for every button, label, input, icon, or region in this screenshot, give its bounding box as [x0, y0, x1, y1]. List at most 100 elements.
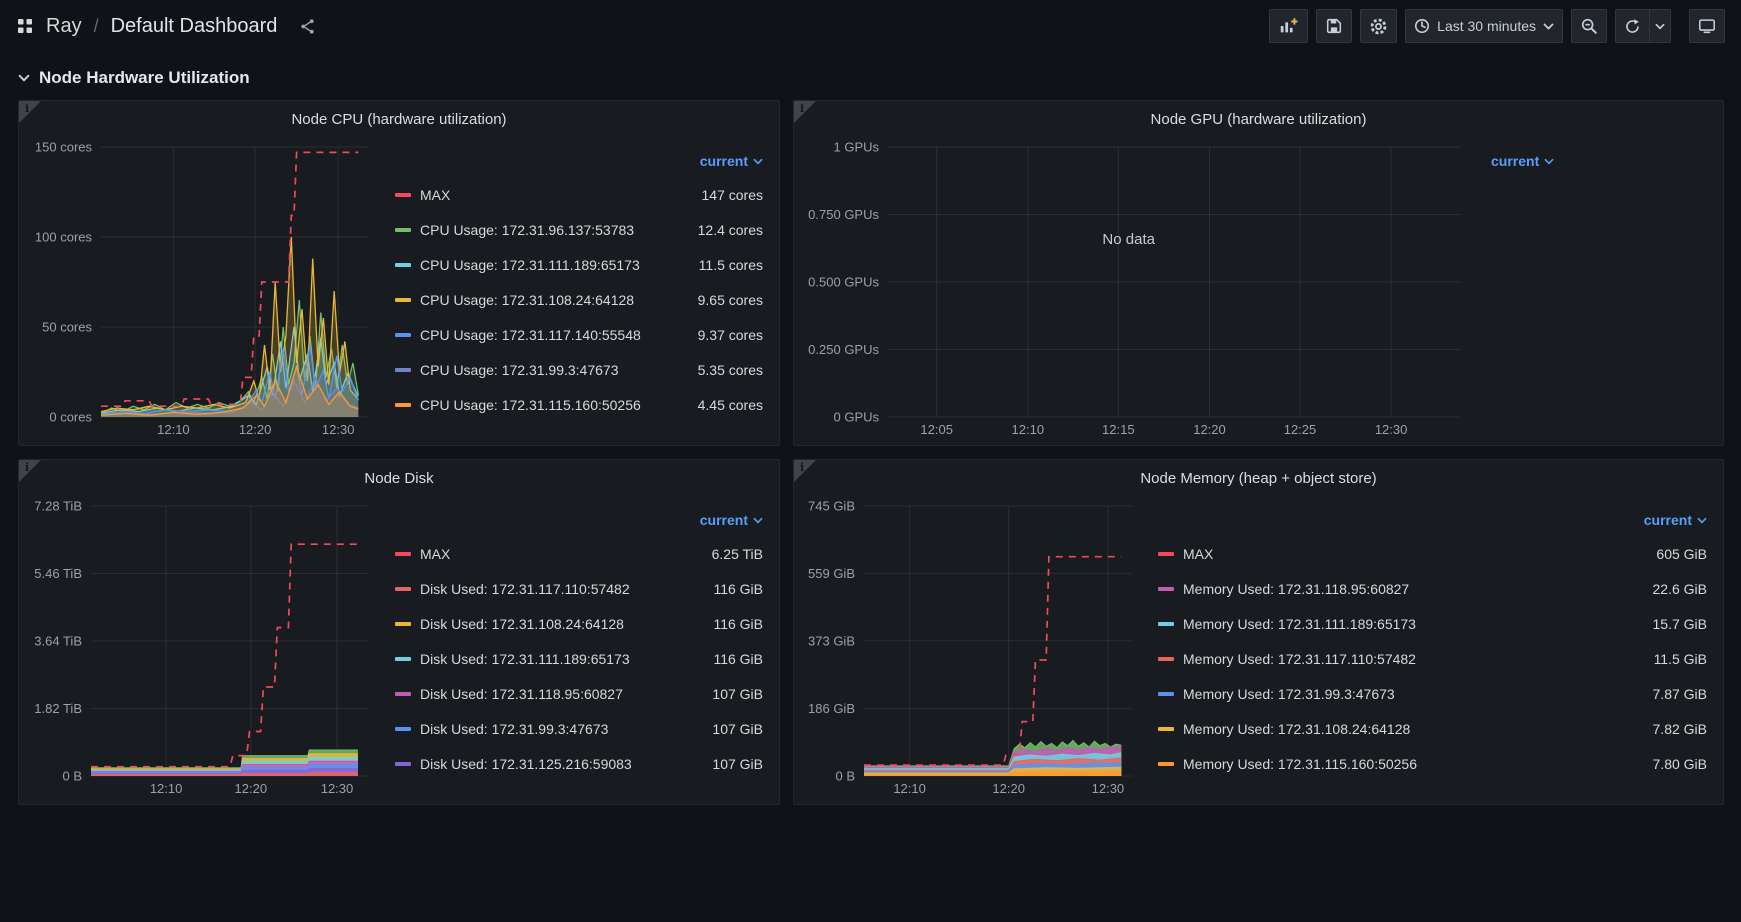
- svg-text:12:10: 12:10: [150, 781, 183, 796]
- dashboard-settings-button[interactable]: [1360, 9, 1398, 43]
- legend-series-value: 9.37 cores: [697, 326, 763, 343]
- legend-row[interactable]: CPU Usage: 172.31.96.137:53783 12.4 cores: [395, 212, 763, 247]
- panel-info-corner[interactable]: [794, 101, 816, 123]
- legend-series-value: 605 GiB: [1656, 545, 1707, 562]
- legend-series-value: 5.35 cores: [697, 361, 763, 378]
- disk-chart[interactable]: 7.28 TiB 5.46 TiB 3.64 TiB 1.82 TiB 0 B 12:10…: [25, 496, 377, 800]
- legend-series-value: 7.82 GiB: [1652, 720, 1707, 737]
- memory-chart[interactable]: 745 GiB 559 GiB 373 GiB 186 GiB 0 B 12:10 12:2…: [800, 496, 1140, 800]
- chevron-down-icon: [1543, 23, 1554, 30]
- refresh-icon: [1624, 18, 1641, 35]
- svg-text:0.500 GPUs: 0.500 GPUs: [808, 275, 879, 290]
- legend-series-label: Disk Used: 172.31.111.189:65173: [420, 650, 630, 667]
- chart-canvas[interactable]: 745 GiB 559 GiB 373 GiB 186 GiB 0 B 12:10 12:2…: [800, 496, 1140, 800]
- series-color-swatch: [395, 367, 411, 372]
- legend-sort-current[interactable]: current: [1644, 512, 1707, 528]
- legend-series-label: Memory Used: 172.31.111.189:65173: [1183, 615, 1416, 632]
- svg-text:150 cores: 150 cores: [35, 140, 93, 155]
- legend-row[interactable]: CPU Usage: 172.31.111.189:65173 11.5 core…: [395, 247, 763, 282]
- legend-rows: MAX 6.25 TiB Disk Used: 172.31.117.110:574…: [395, 536, 763, 781]
- refresh-interval-dropdown[interactable]: [1649, 9, 1671, 43]
- legend-series-label: CPU Usage: 172.31.111.189:65173: [420, 256, 640, 273]
- legend-row[interactable]: Disk Used: 172.31.108.24:64128 116 GiB: [395, 606, 763, 641]
- legend-sort-current[interactable]: current: [1491, 153, 1554, 169]
- cpu-chart[interactable]: 150 cores 100 cores 50 cores 0 cores 12:10 12…: [25, 137, 377, 441]
- svg-text:50 cores: 50 cores: [42, 320, 92, 335]
- legend-row[interactable]: CPU Usage: 172.31.115.160:50256 4.45 core…: [395, 387, 763, 422]
- svg-text:1 GPUs: 1 GPUs: [833, 140, 879, 155]
- panel-title-node-disk[interactable]: Node Disk: [19, 460, 779, 496]
- zoom-out-time-button[interactable]: [1571, 9, 1607, 43]
- refresh-button[interactable]: [1615, 9, 1649, 43]
- legend-series-label: Disk Used: 172.31.125.216:59083: [420, 755, 632, 772]
- legend-header: current: [395, 512, 763, 528]
- svg-text:745 GiB: 745 GiB: [808, 499, 855, 514]
- legend-series-label: MAX: [1183, 545, 1214, 562]
- legend-row[interactable]: Disk Used: 172.31.125.216:59083 107 GiB: [395, 746, 763, 781]
- series-color-swatch: [1158, 761, 1174, 766]
- chart-canvas[interactable]: 1 GPUs 0.750 GPUs 0.500 GPUs 0.250 GPUs 0 GP…: [800, 137, 1469, 441]
- series-color-swatch: [395, 621, 411, 626]
- svg-text:12:30: 12:30: [1092, 781, 1125, 796]
- panel-info-corner[interactable]: [794, 460, 816, 482]
- legend-row[interactable]: MAX 605 GiB: [1158, 536, 1707, 571]
- panel-title-node-gpu[interactable]: Node GPU (hardware utilization): [794, 101, 1723, 137]
- svg-text:373 GiB: 373 GiB: [808, 633, 855, 648]
- series-color-swatch: [1158, 586, 1174, 591]
- legend-row[interactable]: Memory Used: 172.31.99.3:47673 7.87 GiB: [1158, 676, 1707, 711]
- legend-row[interactable]: Disk Used: 172.31.111.189:65173 116 GiB: [395, 641, 763, 676]
- legend-row[interactable]: MAX 147 cores: [395, 177, 763, 212]
- gpu-chart[interactable]: 1 GPUs 0.750 GPUs 0.500 GPUs 0.250 GPUs 0 GP…: [800, 137, 1469, 441]
- legend-row[interactable]: Memory Used: 172.31.118.95:60827 22.6 GiB: [1158, 571, 1707, 606]
- add-panel-button[interactable]: [1269, 9, 1309, 43]
- panel-info-corner[interactable]: [19, 460, 41, 482]
- series-color-swatch: [395, 656, 411, 661]
- series-color-swatch: [395, 297, 411, 302]
- clock-icon: [1414, 18, 1430, 34]
- svg-text:0 B: 0 B: [62, 769, 82, 784]
- series-color-swatch: [395, 691, 411, 696]
- legend-row[interactable]: Disk Used: 172.31.99.3:47673 107 GiB: [395, 711, 763, 746]
- legend-row[interactable]: Disk Used: 172.31.117.110:57482 116 GiB: [395, 571, 763, 606]
- panel-title-node-cpu[interactable]: Node CPU (hardware utilization): [19, 101, 779, 137]
- legend-row[interactable]: CPU Usage: 172.31.99.3:47673 5.35 cores: [395, 352, 763, 387]
- series-color-swatch: [395, 332, 411, 337]
- svg-text:3.64 TiB: 3.64 TiB: [34, 634, 82, 649]
- apps-grid-icon[interactable]: [16, 17, 34, 35]
- svg-text:1.82 TiB: 1.82 TiB: [34, 701, 82, 716]
- chevron-down-icon: [753, 158, 763, 164]
- series-color-swatch: [395, 586, 411, 591]
- share-icon[interactable]: [299, 18, 316, 35]
- legend-series-label: CPU Usage: 172.31.115.160:50256: [420, 396, 641, 413]
- section-node-hardware-utilization[interactable]: Node Hardware Utilization: [0, 52, 258, 100]
- legend-row[interactable]: CPU Usage: 172.31.117.140:55548 9.37 core…: [395, 317, 763, 352]
- panel-node-disk: i Node Disk 7.28 TiB 5.46 TiB 3.64 TiB 1.82…: [18, 459, 780, 805]
- svg-text:0.750 GPUs: 0.750 GPUs: [808, 207, 879, 222]
- svg-text:0 GPUs: 0 GPUs: [833, 410, 879, 425]
- legend-row[interactable]: Memory Used: 172.31.117.110:57482 11.5 Gi…: [1158, 641, 1707, 676]
- legend-sort-label: current: [699, 512, 748, 528]
- dashboard-title[interactable]: Default Dashboard: [111, 15, 278, 38]
- top-navigation-bar: Ray / Default Dashboard Last 30 minutes: [0, 0, 1741, 52]
- chart-canvas[interactable]: 150 cores 100 cores 50 cores 0 cores 12:10 12…: [25, 137, 377, 441]
- legend-row[interactable]: Disk Used: 172.31.118.95:60827 107 GiB: [395, 676, 763, 711]
- cycle-view-button[interactable]: [1689, 9, 1725, 43]
- panel-title-node-memory[interactable]: Node Memory (heap + object store): [794, 460, 1723, 496]
- legend-sort-current[interactable]: current: [700, 153, 763, 169]
- save-dashboard-button[interactable]: [1316, 9, 1353, 43]
- svg-text:12:25: 12:25: [1284, 422, 1317, 437]
- legend-row[interactable]: Memory Used: 172.31.111.189:65173 15.7 Gi…: [1158, 606, 1707, 641]
- breadcrumb-folder[interactable]: Ray: [46, 15, 82, 38]
- legend-series-label: Disk Used: 172.31.99.3:47673: [420, 720, 609, 737]
- legend-sort-current[interactable]: current: [700, 512, 763, 528]
- legend-row[interactable]: Memory Used: 172.31.108.24:64128 7.82 GiB: [1158, 711, 1707, 746]
- legend-series-label: Memory Used: 172.31.99.3:47673: [1183, 685, 1395, 702]
- legend-row[interactable]: CPU Usage: 172.31.108.24:64128 9.65 cores: [395, 282, 763, 317]
- time-range-picker[interactable]: Last 30 minutes: [1405, 9, 1563, 43]
- legend-row[interactable]: MAX 6.25 TiB: [395, 536, 763, 571]
- legend-row[interactable]: Memory Used: 172.31.115.160:50256 7.80 Gi…: [1158, 746, 1707, 781]
- series-color-swatch: [1158, 551, 1174, 556]
- disk-legend: current MAX 6.25 TiB Disk Used: 172.31.117…: [377, 496, 765, 800]
- chart-canvas[interactable]: 7.28 TiB 5.46 TiB 3.64 TiB 1.82 TiB 0 B 12:10…: [25, 496, 377, 800]
- panel-info-corner[interactable]: [19, 101, 41, 123]
